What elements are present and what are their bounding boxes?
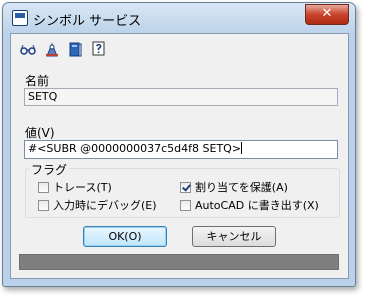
- trace-checkbox-box[interactable]: [38, 182, 49, 193]
- debug-on-entry-label: 入力時にデバッグ(E): [53, 199, 157, 212]
- dialog-body: 名前 SETQ 値(V) #<SUBR @0000000037c5d4f8 SE…: [10, 33, 349, 279]
- export-autocad-checkbox-box[interactable]: [180, 200, 191, 211]
- debug-on-entry-checkbox-box[interactable]: [38, 200, 49, 211]
- debug-on-entry-checkbox[interactable]: 入力時にデバッグ(E): [38, 199, 157, 213]
- cancel-button[interactable]: キャンセル: [192, 226, 276, 247]
- symbol-service-window: シンボル サービス ✕ 名前 SETQ 値(V) #<SUBR @0000000…: [2, 2, 356, 287]
- book-icon[interactable]: [66, 40, 84, 58]
- value-text: #<SUBR @0000000037c5d4f8 SETQ>: [28, 142, 242, 155]
- inspect-icon[interactable]: [43, 40, 61, 58]
- glasses-icon[interactable]: [19, 40, 37, 58]
- protect-assignment-checkbox[interactable]: 割り当てを保護(A): [180, 181, 288, 195]
- title-bar[interactable]: シンボル サービス ✕: [3, 3, 355, 33]
- export-autocad-label: AutoCAD に書き出す(X): [195, 199, 319, 212]
- name-field[interactable]: SETQ: [24, 88, 338, 106]
- name-label: 名前: [25, 74, 50, 88]
- help-icon[interactable]: [90, 40, 108, 58]
- ok-button[interactable]: OK(O): [83, 226, 167, 247]
- trace-checkbox[interactable]: トレース(T): [38, 181, 112, 195]
- trace-checkbox-label: トレース(T): [53, 181, 112, 194]
- text-caret: [241, 142, 243, 154]
- export-autocad-checkbox[interactable]: AutoCAD に書き出す(X): [180, 199, 319, 213]
- value-label: 値(V): [25, 126, 55, 140]
- status-bar: [19, 254, 339, 270]
- app-icon: [12, 10, 28, 26]
- value-field[interactable]: #<SUBR @0000000037c5d4f8 SETQ>: [24, 140, 338, 159]
- toolbar: [19, 40, 110, 60]
- flags-legend: フラグ: [29, 161, 70, 178]
- close-button[interactable]: ✕: [305, 4, 349, 25]
- protect-assignment-label: 割り当てを保護(A): [195, 181, 288, 194]
- window-title: シンボル サービス: [33, 14, 142, 29]
- protect-assignment-checkbox-box[interactable]: [180, 182, 191, 193]
